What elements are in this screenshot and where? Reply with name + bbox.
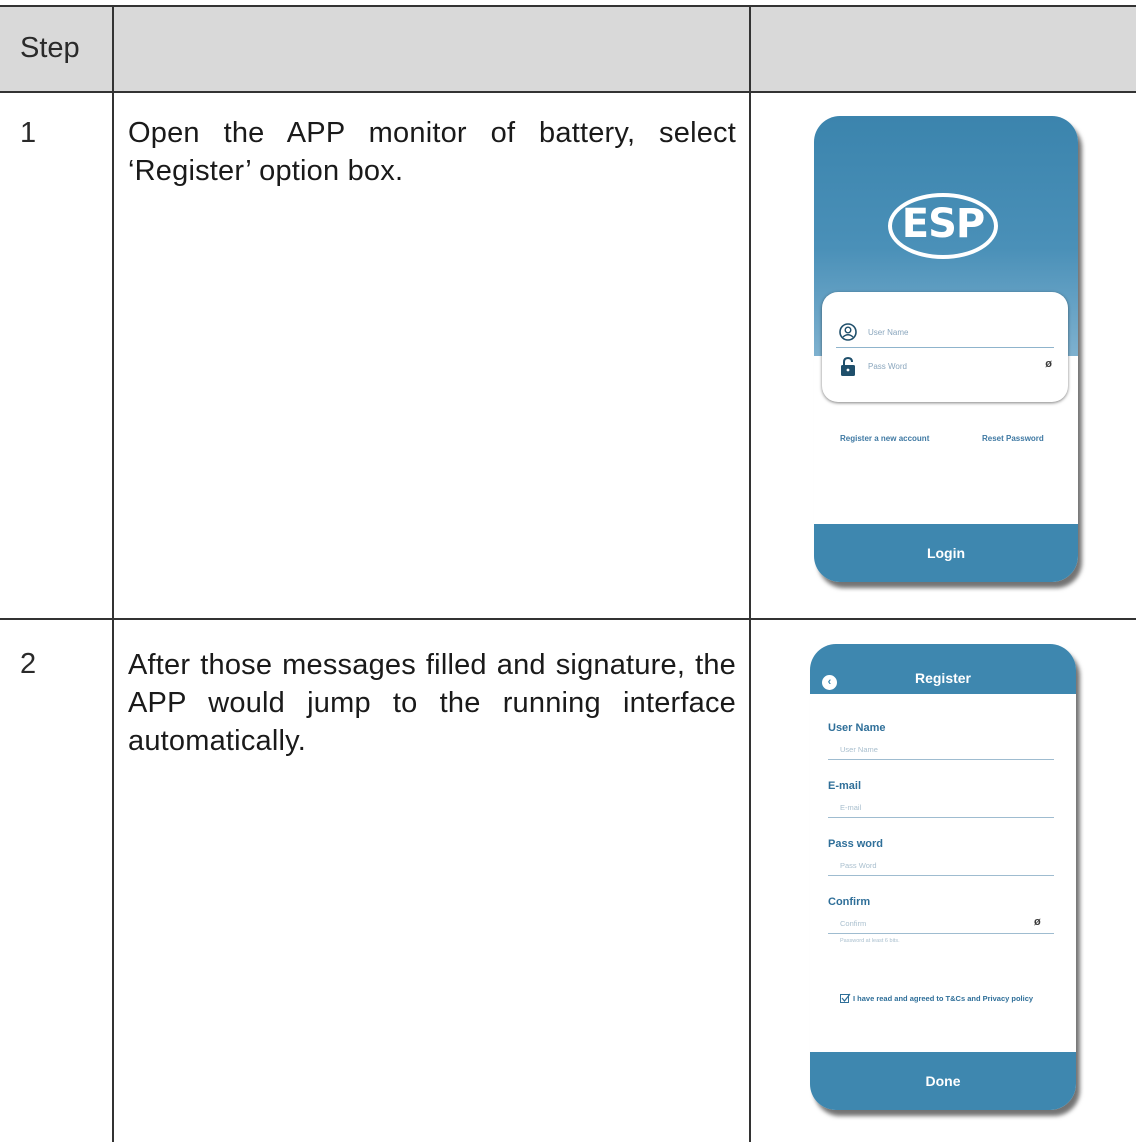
username-input[interactable]: User Name	[840, 745, 878, 754]
password-field[interactable]: Pass Word ø	[836, 352, 1054, 382]
register-screen-mockup: ‹ Register User Name User Name E-mail E-…	[810, 644, 1076, 1110]
step-description-2: After those messages filled and signatur…	[128, 649, 736, 757]
step-number-1: 1	[20, 117, 37, 149]
username-field[interactable]: User Name	[836, 318, 1054, 348]
password-label: Pass word	[828, 838, 884, 850]
eye-off-icon[interactable]: ø	[1045, 358, 1052, 370]
confirm-input[interactable]: Confirm	[840, 919, 866, 928]
reset-password-link[interactable]: Reset Password	[982, 434, 1044, 443]
table-border-row1	[0, 618, 1136, 620]
password-input[interactable]: Pass Word	[840, 861, 877, 870]
done-button[interactable]: Done	[810, 1052, 1076, 1110]
email-label: E-mail	[828, 780, 862, 792]
register-title: Register	[914, 670, 972, 686]
login-button[interactable]: Login	[814, 524, 1078, 582]
agree-text: I have read and agreed to T&Cs and Priva…	[853, 994, 1034, 1003]
table-header-row	[0, 5, 1136, 92]
header-step: Step	[20, 32, 80, 64]
login-form-card: User Name Pass Word ø	[822, 292, 1068, 402]
email-input[interactable]: E-mail	[840, 803, 861, 812]
eye-off-icon[interactable]: ø	[1034, 916, 1041, 928]
confirm-label: Confirm	[828, 896, 871, 908]
username-label: User Name	[828, 722, 886, 734]
user-icon	[839, 323, 857, 341]
register-link[interactable]: Register a new account	[840, 434, 929, 443]
password-hint: Password at least 6 bits.	[840, 938, 900, 944]
lock-icon	[841, 356, 855, 376]
step-number-2: 2	[20, 648, 37, 680]
table-border-header	[0, 91, 1136, 93]
table-col-divider-1	[112, 5, 114, 1142]
register-header	[810, 644, 1076, 694]
table-col-divider-2	[749, 5, 751, 1142]
checkbox-checked-icon[interactable]	[840, 993, 851, 1004]
login-screen-mockup: ESP User Name Pass Word ø Register a new…	[814, 116, 1078, 582]
table-border-top	[0, 5, 1136, 7]
step-description-1: Open the APP monitor of battery, select …	[128, 117, 736, 187]
esp-logo: ESP	[888, 193, 998, 259]
